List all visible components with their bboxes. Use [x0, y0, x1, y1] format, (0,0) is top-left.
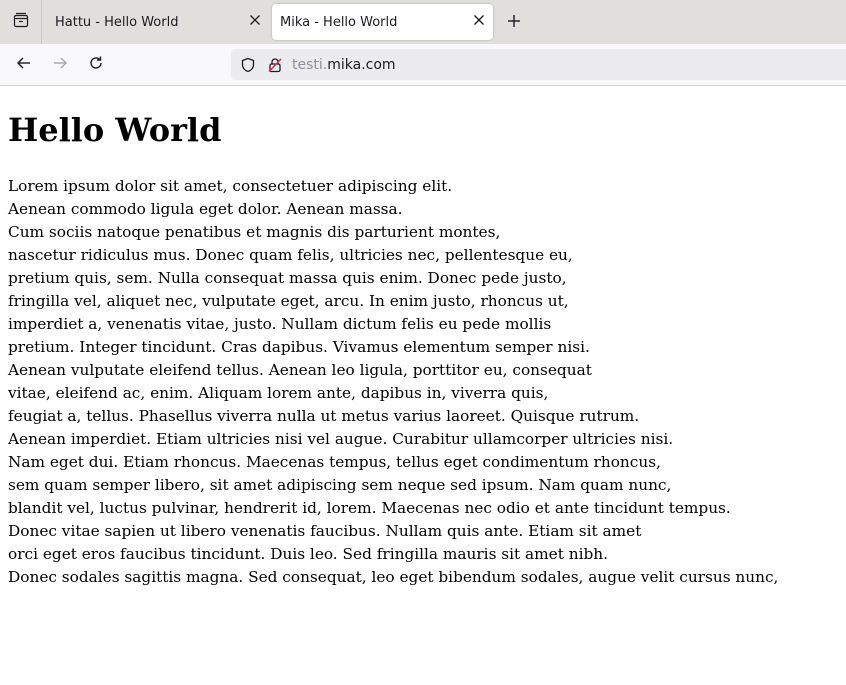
url-subdomain: testi. — [292, 56, 328, 73]
paragraph-line: Donec vitae sapien ut libero venenatis f… — [8, 522, 642, 540]
paragraph-line: sem quam semper libero, sit amet adipisc… — [8, 476, 672, 494]
tab-close-button[interactable] — [465, 8, 493, 36]
tab-list-icon — [13, 12, 29, 32]
paragraph-line: Cum sociis natoque penatibus et magnis d… — [8, 223, 501, 241]
address-bar[interactable]: testi.mika.com — [231, 49, 846, 80]
tab-strip: Hattu - Hello World Mika - Hello World — [0, 0, 846, 44]
new-tab-button[interactable] — [500, 8, 528, 36]
back-button[interactable] — [10, 51, 38, 79]
plus-icon — [507, 13, 521, 32]
tab-title: Hattu - Hello World — [55, 14, 179, 30]
tab-mika[interactable]: Mika - Hello World — [272, 4, 493, 40]
navigation-toolbar: testi.mika.com — [0, 44, 846, 86]
tab-title: Mika - Hello World — [280, 14, 398, 30]
paragraph-line: fringilla vel, aliquet nec, vulputate eg… — [8, 292, 569, 310]
paragraph-line: Nam eget dui. Etiam rhoncus. Maecenas te… — [8, 453, 661, 471]
page-content: Hello World Lorem ipsum dolor sit amet, … — [0, 86, 846, 685]
close-icon — [473, 14, 485, 30]
lorem-paragraph: Lorem ipsum dolor sit amet, consectetuer… — [8, 175, 778, 589]
paragraph-line: imperdiet a, venenatis vitae, justo. Nul… — [8, 315, 552, 333]
page-heading: Hello World — [8, 111, 222, 149]
paragraph-line: Aenean commodo ligula eget dolor. Aenean… — [8, 200, 403, 218]
tab-list-button[interactable] — [0, 0, 42, 44]
url-text[interactable]: testi.mika.com — [292, 57, 396, 73]
paragraph-line: feugiat a, tellus. Phasellus viverra nul… — [8, 407, 640, 425]
paragraph-line: vitae, eleifend ac, enim. Aliquam lorem … — [8, 384, 549, 402]
insecure-lock-icon[interactable] — [266, 56, 284, 74]
reload-icon — [88, 55, 104, 75]
forward-arrow-icon — [52, 55, 68, 75]
forward-button[interactable] — [46, 51, 74, 79]
paragraph-line: Aenean imperdiet. Etiam ultricies nisi v… — [8, 430, 674, 448]
paragraph-line: Donec sodales sagittis magna. Sed conseq… — [8, 568, 779, 586]
reload-button[interactable] — [82, 51, 110, 79]
paragraph-line: pretium quis, sem. Nulla consequat massa… — [8, 269, 567, 287]
back-arrow-icon — [16, 55, 32, 75]
paragraph-line: orci eget eros faucibus tincidunt. Duis … — [8, 545, 608, 563]
paragraph-line: blandit vel, luctus pulvinar, hendrerit … — [8, 499, 731, 517]
close-icon — [249, 14, 261, 30]
paragraph-line: Aenean vulputate eleifend tellus. Aenean… — [8, 361, 592, 379]
paragraph-line: pretium. Integer tincidunt. Cras dapibus… — [8, 338, 590, 356]
shield-icon[interactable] — [239, 56, 257, 74]
url-domain: mika.com — [327, 56, 396, 73]
tab-close-button[interactable] — [241, 8, 269, 36]
paragraph-line: nascetur ridiculus mus. Donec quam felis… — [8, 246, 573, 264]
tab-hattu[interactable]: Hattu - Hello World — [43, 4, 269, 40]
paragraph-line: Lorem ipsum dolor sit amet, consectetuer… — [8, 177, 453, 195]
